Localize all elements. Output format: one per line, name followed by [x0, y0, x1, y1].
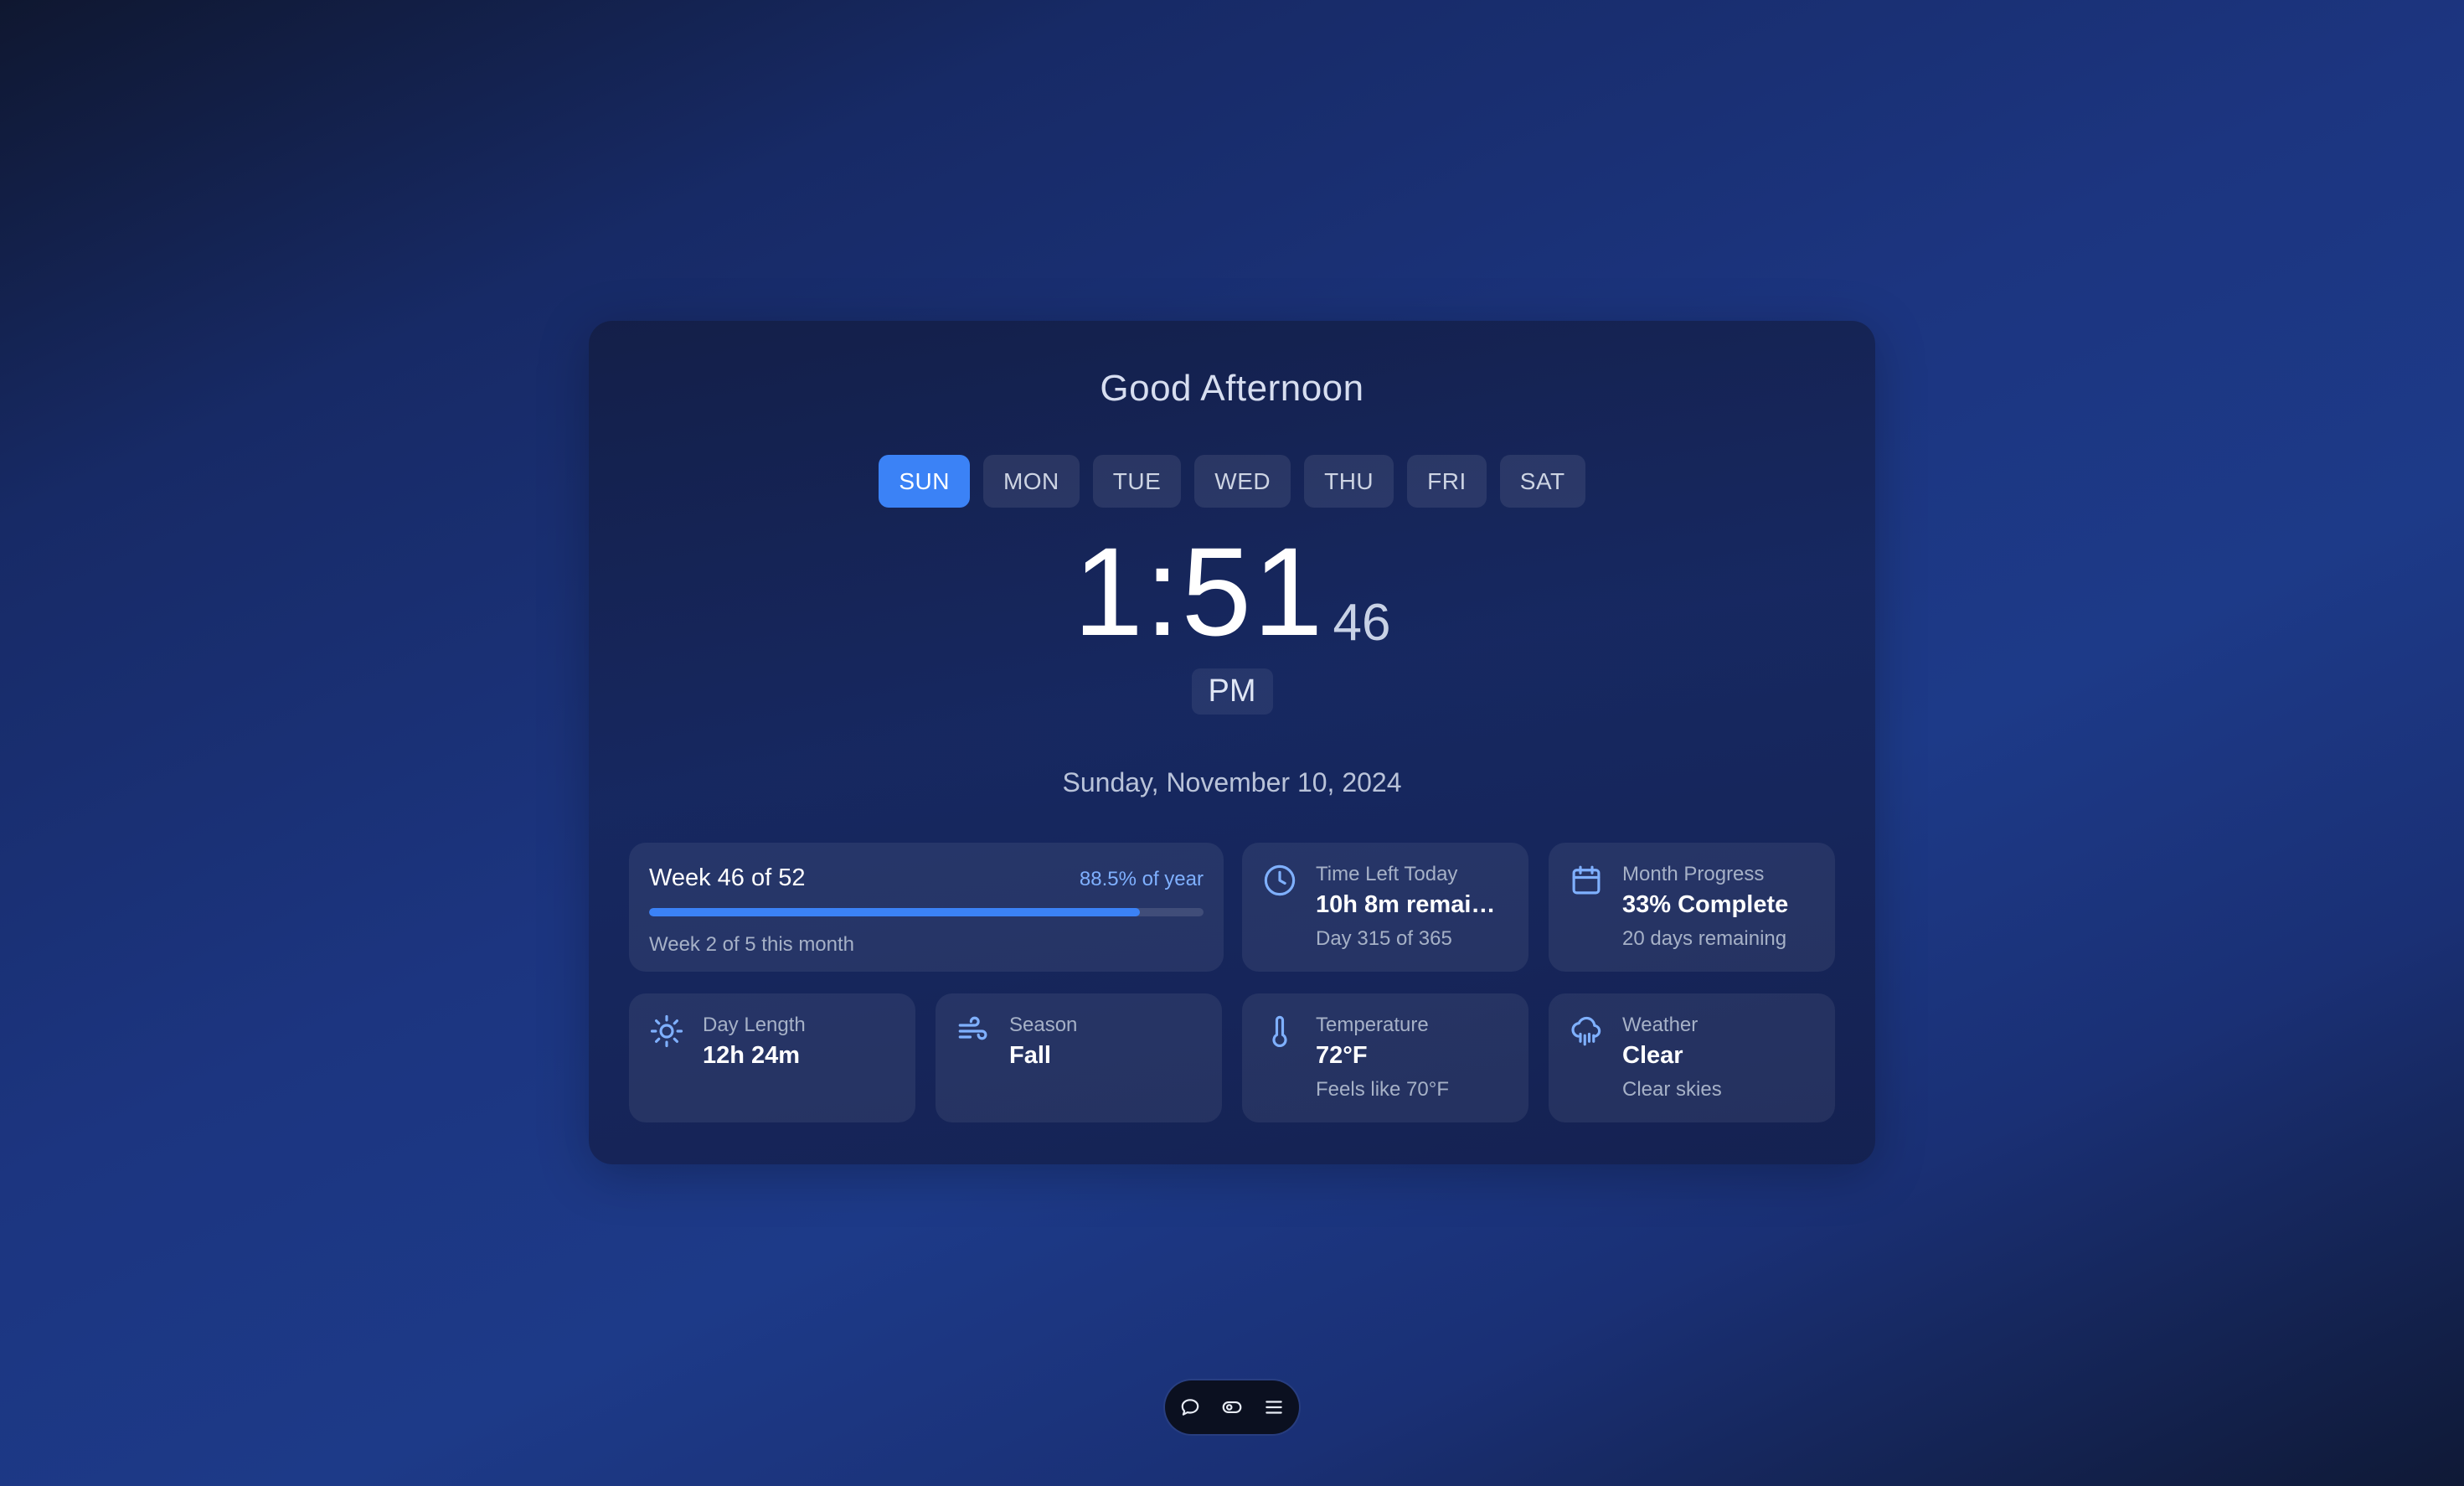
day-length-tile: Day Length 12h 24m	[629, 993, 915, 1122]
weekday-selector: SUN MON TUE WED THU FRI SAT	[589, 455, 1875, 508]
weather-value: Clear	[1622, 1042, 1683, 1069]
sun-icon	[649, 1014, 684, 1049]
clock-icon	[1262, 863, 1297, 898]
year-progress-fill	[649, 908, 1140, 916]
menu-icon[interactable]	[1263, 1396, 1285, 1418]
day-tab-thu[interactable]: THU	[1304, 455, 1394, 508]
wind-icon	[956, 1014, 991, 1049]
clock-hours-minutes: 1:51	[1073, 521, 1325, 662]
day-tab-mon[interactable]: MON	[982, 455, 1080, 508]
day-tab-tue[interactable]: TUE	[1092, 455, 1182, 508]
day-tab-wed[interactable]: WED	[1194, 455, 1291, 508]
clock-seconds: 46	[1333, 594, 1391, 652]
feels-like: Feels like 70°F	[1316, 1078, 1449, 1101]
temperature-label: Temperature	[1316, 1014, 1429, 1036]
ampm-badge: PM	[1191, 668, 1273, 715]
chat-bubble-icon[interactable]	[1179, 1396, 1201, 1418]
clock-display: 1:51 46	[589, 529, 1875, 654]
time-dashboard-card: Good Afternoon SUN MON TUE WED THU FRI S…	[589, 321, 1875, 1164]
day-tab-fri[interactable]: FRI	[1407, 455, 1487, 508]
days-remaining: 20 days remaining	[1622, 927, 1787, 950]
full-date: Sunday, November 10, 2024	[1062, 767, 1402, 797]
thermometer-icon	[1262, 1014, 1297, 1049]
day-length-label: Day Length	[703, 1014, 806, 1036]
month-progress-value: 33% Complete	[1622, 891, 1789, 918]
time-left-tile: Time Left Today 10h 8m remaining Day 315…	[1242, 843, 1528, 972]
calendar-icon	[1569, 863, 1604, 898]
month-progress-label: Month Progress	[1622, 863, 1765, 885]
week-of-month: Week 2 of 5 this month	[649, 933, 855, 956]
month-progress-tile: Month Progress 33% Complete 20 days rema…	[1549, 843, 1835, 972]
year-percent-label: 88.5% of year	[1079, 868, 1204, 890]
temperature-value: 72°F	[1316, 1042, 1368, 1069]
day-length-value: 12h 24m	[703, 1042, 801, 1069]
season-value: Fall	[1009, 1042, 1051, 1069]
weather-description: Clear skies	[1622, 1078, 1722, 1101]
weather-label: Weather	[1622, 1014, 1699, 1036]
season-label: Season	[1009, 1014, 1078, 1036]
bottom-dock	[1165, 1380, 1299, 1434]
season-tile: Season Fall	[936, 993, 1222, 1122]
greeting-heading: Good Afternoon	[1100, 368, 1364, 409]
cloud-rain-icon	[1569, 1014, 1604, 1049]
year-progress-bar	[649, 908, 1204, 916]
toggle-icon[interactable]	[1221, 1396, 1243, 1418]
week-progress-tile: Week 46 of 52 88.5% of year Week 2 of 5 …	[629, 843, 1224, 972]
day-of-year: Day 315 of 365	[1316, 927, 1452, 950]
temperature-tile: Temperature 72°F Feels like 70°F	[1242, 993, 1528, 1122]
time-left-label: Time Left Today	[1316, 863, 1458, 885]
week-title: Week 46 of 52	[649, 864, 806, 891]
time-left-value: 10h 8m remaining	[1316, 891, 1510, 918]
day-tab-sun[interactable]: SUN	[879, 455, 970, 508]
day-tab-sat[interactable]: SAT	[1499, 455, 1585, 508]
weather-tile: Weather Clear Clear skies	[1549, 993, 1835, 1122]
